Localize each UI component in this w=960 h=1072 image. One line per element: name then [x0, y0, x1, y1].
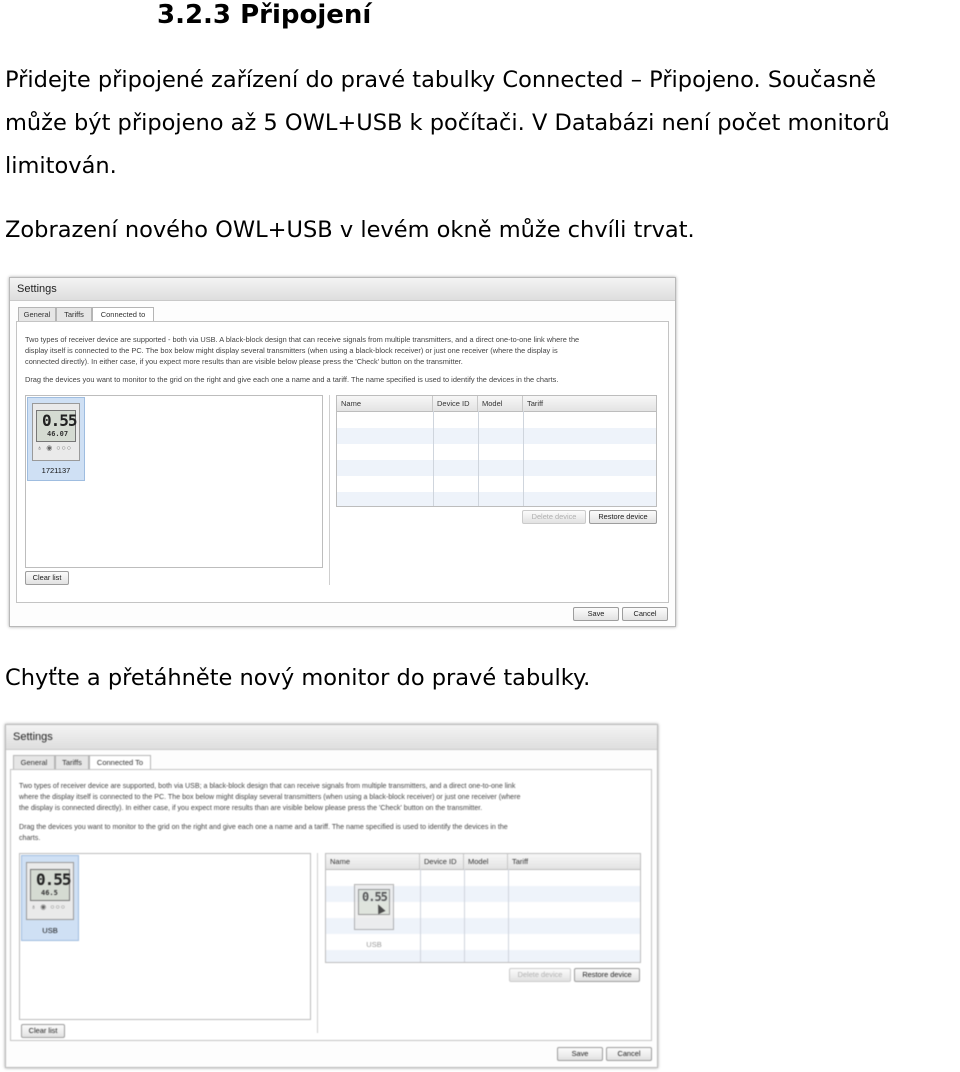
lcd-status-icons: ♁ ◉ ○○○ — [37, 445, 72, 452]
lcd-screen: 0.55 46.07 — [36, 410, 78, 442]
description-line-2: where the display itself is connected to… — [19, 793, 521, 801]
column-device-id[interactable]: Device ID — [420, 854, 464, 869]
available-devices-list[interactable]: 0.55 46.5 ♁ ◉ ○○○ USB — [19, 853, 311, 1020]
description-line-3: connected directly). In either case, if … — [25, 357, 463, 366]
device-label: 1721137 — [41, 466, 71, 475]
column-device-id[interactable]: Device ID — [433, 396, 478, 411]
paragraph-2: Zobrazení nového OWL+USB v levém okně mů… — [5, 217, 695, 243]
settings-dialog-2: Settings General Tariffs Connected To Tw… — [5, 724, 658, 1068]
pane-divider — [329, 395, 330, 585]
monitor-icon: 0.55 46.5 ♁ ◉ ○○○ — [26, 862, 74, 920]
column-model[interactable]: Model — [478, 396, 523, 411]
lcd-reading-main: 0.55 — [42, 411, 78, 430]
lcd-reading-main: 0.55 — [36, 870, 72, 889]
lcd-screen: 0.55 46.5 — [30, 869, 72, 901]
dragged-device-ghost[interactable]: 0.55 USB — [352, 884, 396, 950]
cancel-button[interactable]: Cancel — [606, 1047, 652, 1061]
device-tile[interactable]: 0.55 46.07 ♁ ◉ ○○○ 1721137 — [27, 397, 85, 481]
dragged-device-label: USB — [366, 940, 382, 949]
paragraph-1-line-3: limitován. — [5, 153, 117, 179]
restore-device-button[interactable]: Restore device — [589, 510, 657, 524]
grid-row[interactable] — [337, 476, 656, 492]
column-model[interactable]: Model — [464, 854, 508, 869]
tab-connected-to[interactable]: Connected to — [92, 307, 154, 322]
grid-column-line — [508, 869, 509, 962]
device-label: USB — [42, 926, 58, 935]
save-button[interactable]: Save — [573, 607, 619, 621]
grid-row[interactable] — [337, 444, 656, 460]
tab-general[interactable]: General — [18, 307, 56, 322]
column-name[interactable]: Name — [326, 854, 420, 869]
drag-instruction: Drag the devices you want to monitor to … — [25, 375, 559, 384]
grid-row[interactable] — [337, 428, 656, 444]
delete-device-button[interactable]: Delete device — [522, 510, 586, 524]
column-name[interactable]: Name — [337, 396, 433, 411]
grid-row[interactable] — [337, 460, 656, 476]
cancel-button[interactable]: Cancel — [622, 607, 668, 621]
monitor-icon: 0.55 46.07 ♁ ◉ ○○○ — [32, 403, 80, 461]
lcd-reading-secondary: 46.5 — [41, 889, 58, 897]
grid-column-line — [464, 869, 465, 962]
connected-devices-grid[interactable]: Name Device ID Model Tariff — [336, 395, 657, 507]
grid-column-line — [420, 869, 421, 962]
tab-connected-to[interactable]: Connected To — [89, 755, 151, 770]
settings-dialog-1: Settings General Tariffs Connected to Tw… — [9, 277, 676, 627]
clear-list-button[interactable]: Clear list — [25, 571, 69, 585]
tab-pane: Two types of receiver device are support… — [10, 769, 652, 1041]
column-tariff[interactable]: Tariff — [508, 854, 640, 869]
grid-column-line — [478, 411, 479, 506]
lcd-reading-secondary: 46.07 — [47, 430, 69, 438]
paragraph-1-line-1: Přidejte připojené zařízení do pravé tab… — [5, 67, 877, 93]
description-line-1: Two types of receiver device are support… — [25, 335, 580, 344]
description-line-2: display itself is connected to the PC. T… — [25, 346, 558, 355]
clear-list-button[interactable]: Clear list — [21, 1024, 65, 1038]
lcd-screen: 0.55 — [358, 889, 390, 915]
grid-header: Name Device ID Model Tariff — [326, 854, 640, 870]
grid-column-line — [433, 411, 434, 506]
description-line-1: Two types of receiver device are support… — [19, 782, 516, 790]
restore-device-button[interactable]: Restore device — [574, 968, 640, 982]
drag-instruction-line-2: charts. — [19, 834, 41, 842]
tab-general[interactable]: General — [13, 755, 55, 770]
grid-header: Name Device ID Model Tariff — [337, 396, 656, 412]
paragraph-1-line-2: může být připojeno až 5 OWL+USB k počíta… — [5, 110, 890, 136]
column-tariff[interactable]: Tariff — [523, 396, 656, 411]
connected-devices-grid[interactable]: Name Device ID Model Tariff 0.55 USB — [325, 853, 641, 963]
delete-device-button[interactable]: Delete device — [509, 968, 571, 982]
grid-row[interactable] — [326, 950, 640, 962]
drag-instruction-line-1: Drag the devices you want to monitor to … — [19, 823, 508, 831]
save-button[interactable]: Save — [557, 1047, 603, 1061]
description-line-3: the display is connected directly). In e… — [19, 804, 483, 812]
lcd-status-icons: ♁ ◉ ○○○ — [31, 904, 66, 911]
tab-tariffs[interactable]: Tariffs — [55, 755, 89, 770]
grid-column-line — [523, 411, 524, 506]
lcd-reading-main: 0.55 — [362, 890, 388, 904]
section-heading: 3.2.3 Připojení — [157, 0, 372, 30]
device-tile[interactable]: 0.55 46.5 ♁ ◉ ○○○ USB — [21, 855, 79, 941]
dialog-title: Settings — [6, 725, 657, 750]
paragraph-3: Chyťte a přetáhněte nový monitor do prav… — [5, 665, 591, 691]
available-devices-list[interactable]: 0.55 46.07 ♁ ◉ ○○○ 1721137 — [25, 395, 323, 568]
tab-tariffs[interactable]: Tariffs — [56, 307, 92, 322]
dialog-title: Settings — [10, 278, 675, 301]
grid-row[interactable] — [337, 412, 656, 428]
pane-divider — [317, 853, 318, 1033]
tab-pane: Two types of receiver device are support… — [16, 321, 669, 603]
grid-row[interactable] — [337, 492, 656, 506]
